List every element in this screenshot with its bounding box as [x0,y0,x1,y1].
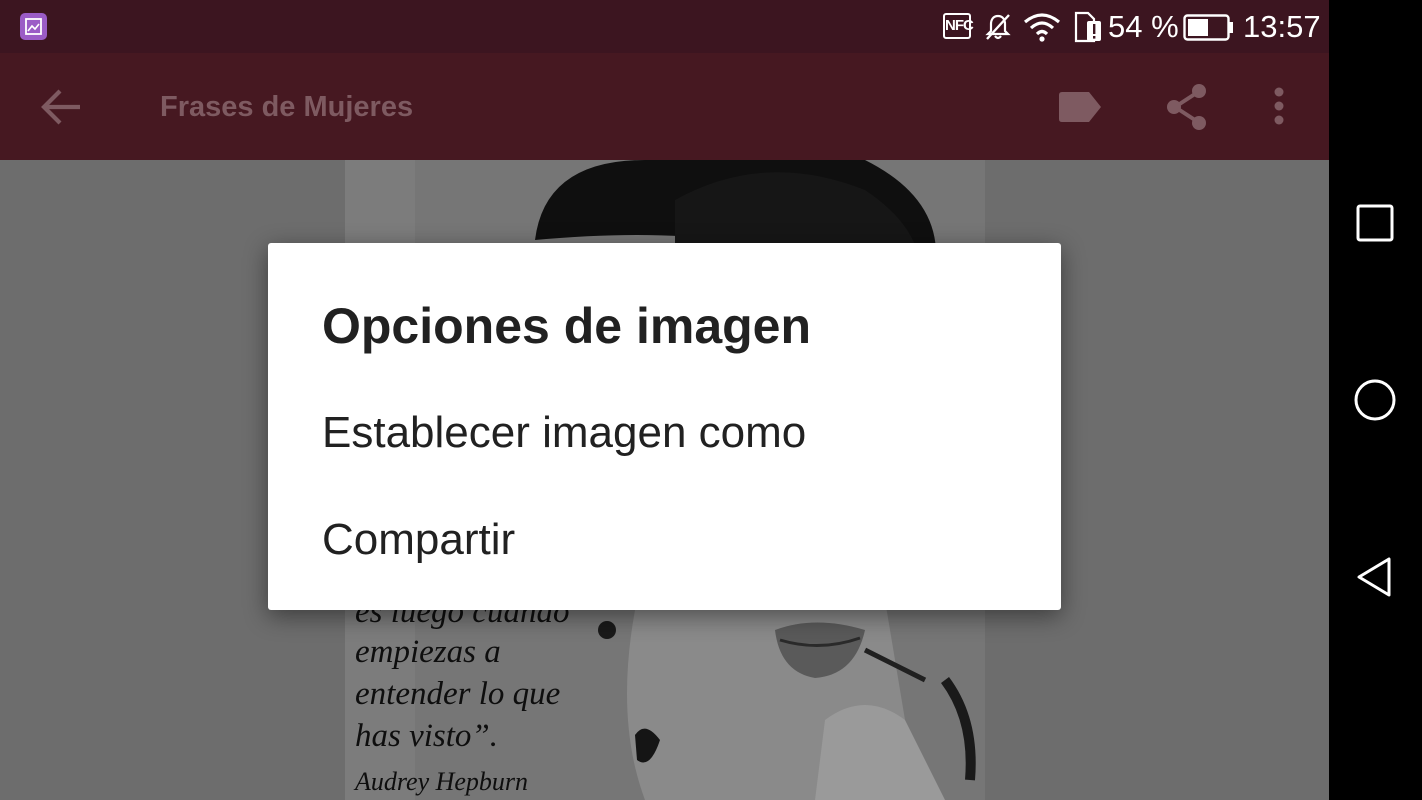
quote-author: Audrey Hepburn [355,767,529,796]
sim-alert-icon [1073,11,1103,48]
clock-time: 13:57 [1243,9,1321,44]
nfc-icon: NFC [943,13,974,39]
mute-icon [983,12,1013,47]
quote-line: empiezas a [355,634,501,670]
app-bar: Frases de Mujeres [0,53,1329,160]
dialog-title: Opciones de imagen [322,298,812,354]
share-icon[interactable] [1164,83,1210,136]
more-vert-icon[interactable] [1268,86,1290,135]
tag-icon[interactable] [1058,89,1104,130]
wifi-icon [1022,12,1062,47]
battery-icon [1183,14,1235,46]
quote-line: has visto”. [355,718,499,754]
back-icon[interactable] [1353,555,1397,604]
gallery-notification-icon [20,13,47,40]
image-options-dialog: Opciones de imagen Establecer imagen com… [268,243,1061,610]
home-icon[interactable] [1353,378,1397,427]
back-arrow-icon[interactable] [38,85,84,134]
set-image-as-option[interactable]: Establecer imagen como [322,405,806,461]
navigation-bar [1329,0,1422,800]
page-title: Frases de Mujeres [160,91,414,123]
quote-line: entender lo que [355,676,561,712]
battery-percentage: 54 % [1108,9,1179,44]
recent-apps-icon[interactable] [1353,201,1397,250]
share-option[interactable]: Compartir [322,512,515,568]
status-bar: NFC 54 % 13:57 [0,0,1329,53]
